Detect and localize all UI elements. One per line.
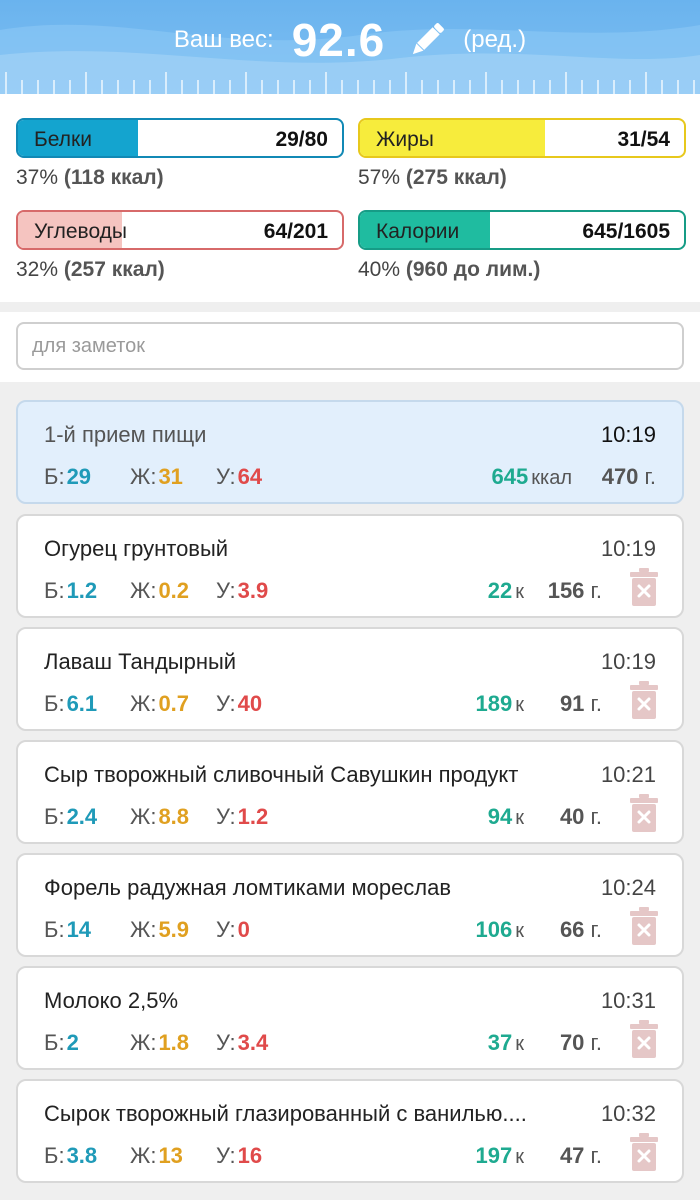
food-protein: Б:6.1 — [44, 691, 98, 716]
food-title: Сыр творожный сливочный Савушкин продукт — [44, 762, 519, 787]
food-time: 10:19 — [600, 649, 656, 674]
fat-value: 31/54 — [617, 128, 670, 151]
food-carbs: У:3.9 — [216, 578, 269, 603]
protein-sub: 37% (118 ккал) — [16, 166, 164, 189]
food-carbs: У:3.4 — [216, 1030, 269, 1055]
food-grams: 47 г. — [559, 1143, 602, 1168]
food-fat: Ж:8.8 — [130, 804, 190, 829]
food-macros: Б:3.8 Ж:13 У:16 — [44, 1143, 302, 1169]
protein-value: 29/80 — [275, 128, 328, 151]
food-macros: Б:2 Ж:1.8 У:3.4 — [44, 1030, 302, 1056]
meal-fat: Ж:31 — [130, 464, 183, 489]
food-protein: Б:2 — [44, 1030, 79, 1055]
weight-header: Ваш вес: 92.6 (ред.) — [0, 0, 700, 94]
food-title: Молоко 2,5% — [44, 988, 179, 1013]
carbs-sub: 32% (257 ккал) — [16, 258, 165, 281]
food-carbs: У:40 — [216, 691, 263, 716]
food-item[interactable]: Сырок творожный глазированный с ванилью.… — [16, 1079, 684, 1183]
food-item[interactable]: Огурец грунтовый 10:19 Б:1.2 Ж:0.2 У:3.9… — [16, 514, 684, 618]
meal-carbs: У:64 — [216, 464, 263, 489]
food-protein: Б:2.4 — [44, 804, 98, 829]
carbs-summary: Углеводы 64/201 32% (257 ккал) — [16, 210, 344, 282]
food-item[interactable]: Форель радужная ломтиками мореслав 10:24… — [16, 853, 684, 957]
weight-label: Ваш вес: — [173, 26, 274, 53]
notes-input[interactable] — [16, 322, 684, 370]
food-macros: Б:6.1 Ж:0.7 У:40 — [44, 691, 302, 717]
trash-icon[interactable] — [630, 1133, 658, 1171]
fat-summary: Жиры 31/54 57% (275 ккал) — [358, 118, 686, 190]
food-protein: Б:14 — [44, 917, 92, 942]
protein-summary: Белки 29/80 37% (118 ккал) — [16, 118, 344, 190]
food-time: 10:32 — [600, 1101, 656, 1126]
food-carbs: У:16 — [216, 1143, 263, 1168]
food-grams: 91 г. — [559, 691, 602, 716]
calories-label: Калории — [376, 220, 460, 243]
food-carbs: У:0 — [216, 917, 250, 942]
trash-icon[interactable] — [630, 907, 658, 945]
food-title: Огурец грунтовый — [44, 536, 229, 561]
food-grams: 40 г. — [559, 804, 602, 829]
food-item[interactable]: Лаваш Тандырный 10:19 Б:6.1 Ж:0.7 У:40 1… — [16, 627, 684, 731]
protein-bar[interactable]: Белки 29/80 — [16, 118, 344, 158]
food-kcal: 189 к — [475, 691, 524, 716]
food-title: Лаваш Тандырный — [44, 649, 237, 674]
food-fat: Ж:0.2 — [130, 578, 190, 603]
food-kcal: 94 к — [487, 804, 524, 829]
calories-summary: Калории 645/1605 40% (960 до лим.) — [358, 210, 686, 282]
fat-label: Жиры — [376, 128, 434, 151]
carbs-value: 64/201 — [263, 220, 328, 243]
food-grams: 66 г. — [559, 917, 602, 942]
meal-title: 1-й прием пищи — [44, 422, 207, 447]
trash-icon[interactable] — [630, 794, 658, 832]
food-time: 10:19 — [600, 536, 656, 561]
edit-weight-button[interactable]: (ред.) — [463, 26, 526, 54]
calories-value: 645/1605 — [582, 220, 670, 243]
fat-sub: 57% (275 ккал) — [358, 166, 507, 189]
meal-kcal: 645 ккал — [491, 464, 572, 489]
food-title: Форель радужная ломтиками мореслав — [44, 875, 452, 900]
food-kcal: 22 к — [487, 578, 524, 603]
food-protein: Б:3.8 — [44, 1143, 98, 1168]
meal-protein: Б:29 — [44, 464, 92, 489]
food-kcal: 106 к — [475, 917, 524, 942]
food-fat: Ж:1.8 — [130, 1030, 190, 1055]
food-item[interactable]: Молоко 2,5% 10:31 Б:2 Ж:1.8 У:3.4 37 к 70… — [16, 966, 684, 1070]
protein-label: Белки — [34, 128, 92, 151]
trash-icon[interactable] — [630, 1020, 658, 1058]
carbs-label: Углеводы — [34, 220, 128, 243]
food-macros: Б:1.2 Ж:0.2 У:3.9 — [44, 578, 302, 604]
trash-icon[interactable] — [630, 568, 658, 606]
food-fat: Ж:5.9 — [130, 917, 190, 942]
food-fat: Ж:0.7 — [130, 691, 190, 716]
macro-summary: Белки 29/80 37% (118 ккал) Жиры 31/54 57… — [0, 94, 700, 302]
fat-bar[interactable]: Жиры 31/54 — [358, 118, 686, 158]
notes-panel — [0, 302, 700, 382]
meal-header[interactable]: 1-й прием пищи 10:19 Б:29 Ж:31 У:64 645 к… — [16, 400, 684, 504]
food-carbs: У:1.2 — [216, 804, 269, 829]
pencil-icon[interactable] — [405, 18, 449, 62]
food-time: 10:24 — [600, 875, 656, 900]
food-macros: Б:14 Ж:5.9 У:0 — [44, 917, 302, 943]
meal-grams: 470 г. — [601, 464, 656, 489]
food-grams: 70 г. — [559, 1030, 602, 1055]
trash-icon[interactable] — [630, 681, 658, 719]
food-protein: Б:1.2 — [44, 578, 98, 603]
food-fat: Ж:13 — [130, 1143, 183, 1168]
calories-sub: 40% (960 до лим.) — [358, 258, 541, 281]
food-kcal: 197 к — [475, 1143, 524, 1168]
food-time: 10:31 — [600, 988, 656, 1013]
calories-bar[interactable]: Калории 645/1605 — [358, 210, 686, 250]
meal-macros: Б:29 Ж:31 У:64 — [44, 464, 302, 490]
food-grams: 156 г. — [547, 578, 602, 603]
carbs-bar[interactable]: Углеводы 64/201 — [16, 210, 344, 250]
food-time: 10:21 — [600, 762, 656, 787]
food-item[interactable]: Сыр творожный сливочный Савушкин продукт… — [16, 740, 684, 844]
food-macros: Б:2.4 Ж:8.8 У:1.2 — [44, 804, 302, 830]
weight-value[interactable]: 92.6 — [292, 13, 386, 67]
meal-time: 10:19 — [600, 422, 656, 447]
food-kcal: 37 к — [487, 1030, 524, 1055]
food-title: Сырок творожный глазированный с ванилью.… — [44, 1101, 527, 1126]
